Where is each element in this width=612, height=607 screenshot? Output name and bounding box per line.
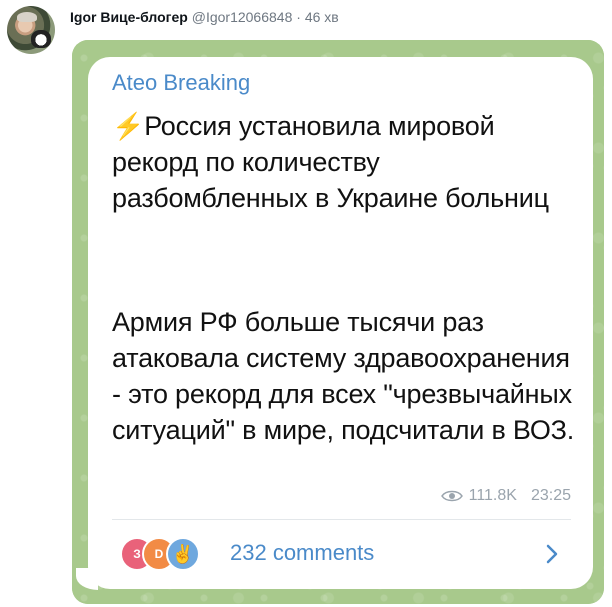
- telegram-message-bubble: Ateo Breaking ⚡Россия установила мировой…: [88, 57, 593, 589]
- attached-screenshot-image[interactable]: Ateo Breaking ⚡Россия установила мировой…: [72, 40, 604, 604]
- commenter-avatar: ✌: [166, 537, 200, 571]
- author-name[interactable]: Igor Вице-блогер: [70, 9, 188, 25]
- post-meta: 111.8K 23:25: [440, 487, 571, 505]
- post-time: 23:25: [530, 487, 571, 504]
- comments-label[interactable]: 232 comments: [230, 540, 374, 566]
- author-avatar[interactable]: [7, 6, 55, 54]
- comments-divider: [112, 519, 571, 520]
- channel-name[interactable]: Ateo Breaking: [112, 70, 250, 96]
- separator-dot: ·: [296, 9, 301, 25]
- author-line: Igor Вице-блогер @Igor12066848 · 46 хв: [70, 9, 339, 25]
- views-count: 111.8K: [468, 487, 517, 504]
- avatar-hair-shape: [17, 12, 37, 22]
- post-headline: ⚡Россия установила мировой рекорд по кол…: [112, 108, 582, 216]
- post-body: Армия РФ больше тысячи раз атаковала сис…: [112, 307, 575, 445]
- avatar-dog-shape: [31, 30, 51, 48]
- tweet-time[interactable]: 46 хв: [305, 9, 339, 25]
- eye-icon: [440, 490, 463, 502]
- lightning-icon: ⚡: [112, 111, 145, 141]
- chevron-right-icon[interactable]: [545, 543, 559, 565]
- comments-button[interactable]: З D ✌ 232 comments: [110, 532, 573, 576]
- commenter-avatars: З D ✌: [120, 537, 212, 571]
- headline-text: Россия установила мировой рекорд по коли…: [112, 111, 549, 213]
- author-handle[interactable]: @Igor12066848: [192, 9, 293, 25]
